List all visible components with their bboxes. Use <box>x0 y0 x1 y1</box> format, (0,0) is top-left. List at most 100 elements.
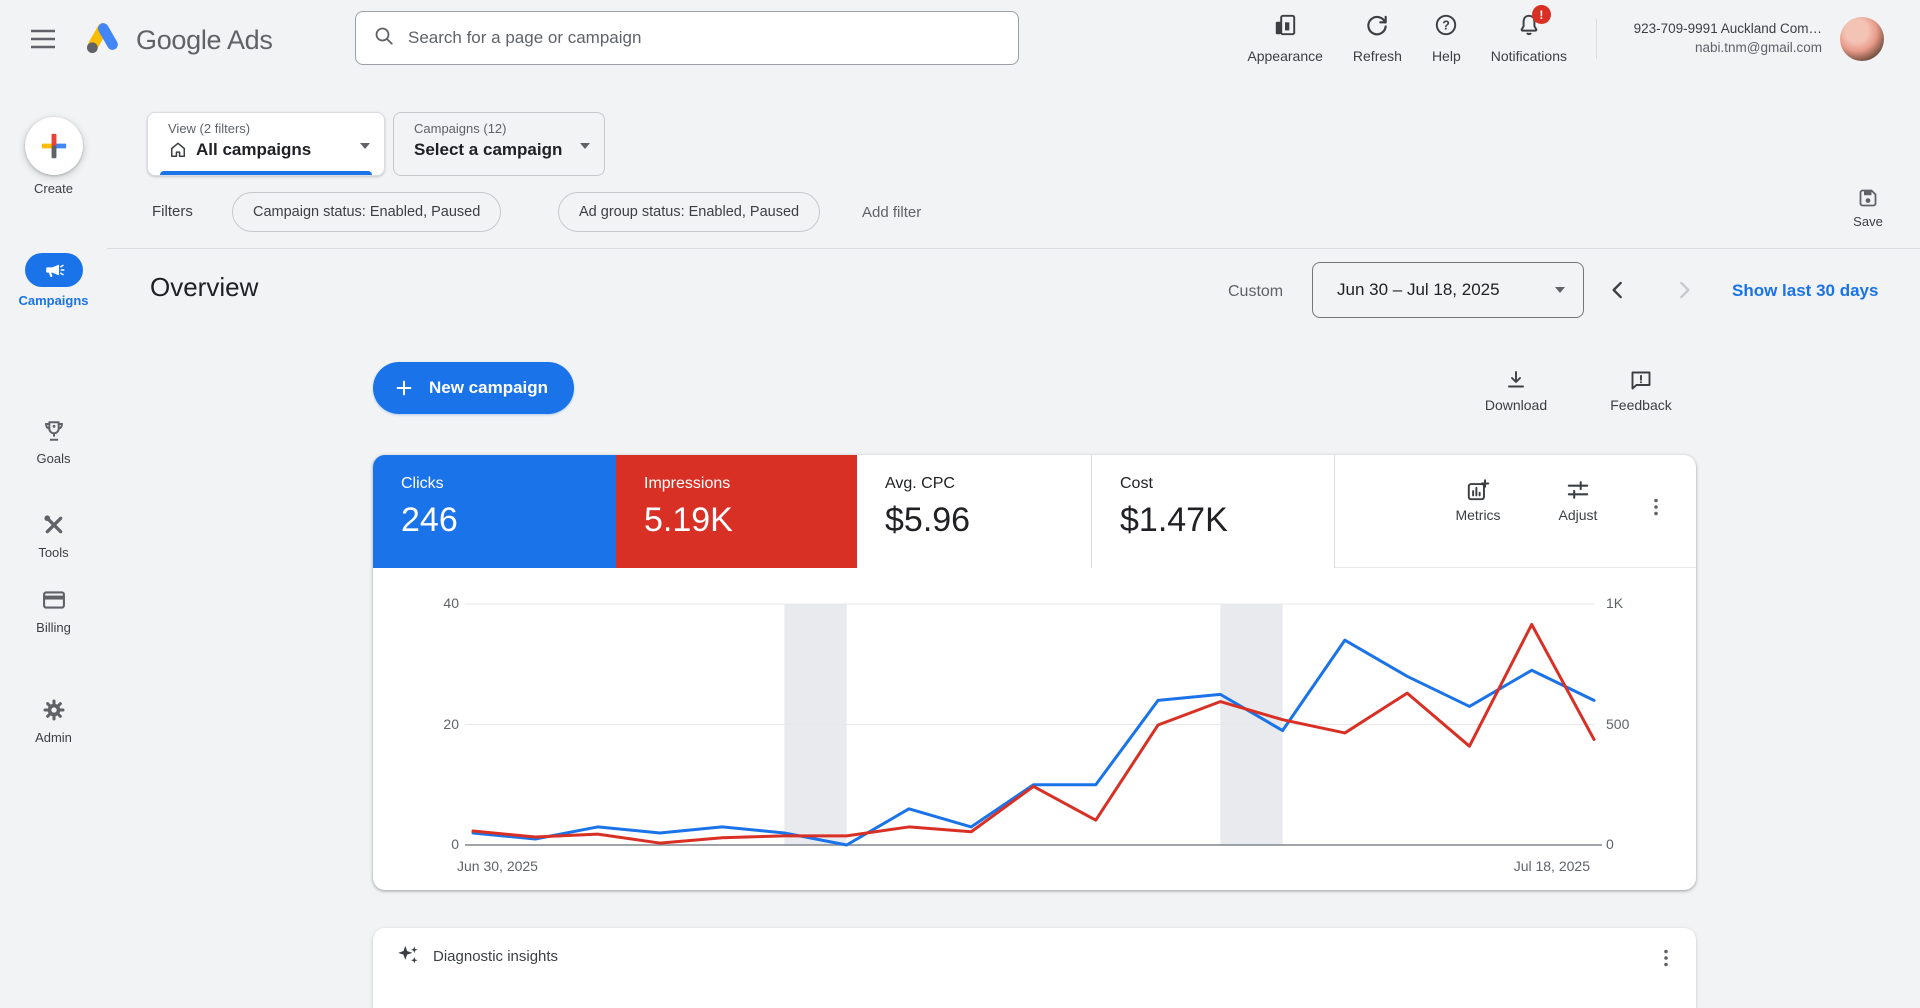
create-button[interactable]: Create <box>0 117 107 196</box>
date-range-picker[interactable]: Jun 30 – Jul 18, 2025 <box>1312 262 1584 318</box>
credit-card-icon <box>40 586 68 614</box>
sidebar-item-campaigns[interactable]: Campaigns <box>0 253 107 308</box>
view-selector-value: All campaigns <box>196 140 311 160</box>
tools-icon <box>40 511 68 539</box>
account-email: nabi.tnm@gmail.com <box>1634 38 1822 57</box>
scorecard-impressions[interactable]: Impressions 5.19K <box>616 455 857 568</box>
download-button[interactable]: Download <box>1476 368 1556 413</box>
megaphone-icon <box>43 259 65 281</box>
view-selector[interactable]: View (2 filters) All campaigns <box>147 112 385 176</box>
scorecard-value: $1.47K <box>1120 501 1334 540</box>
kebab-menu-icon <box>1644 495 1668 519</box>
scorecard-clicks[interactable]: Clicks 246 <box>373 455 616 568</box>
show-last-30-days-link[interactable]: Show last 30 days <box>1732 281 1878 301</box>
create-circle <box>25 117 83 175</box>
new-campaign-button[interactable]: New campaign <box>373 362 574 414</box>
refresh-label: Refresh <box>1353 48 1402 64</box>
y-axis-tick-right: 500 <box>1606 716 1629 732</box>
adjust-sliders-icon <box>1565 477 1591 503</box>
appearance-label: Appearance <box>1247 48 1323 64</box>
plus-icon <box>393 377 415 399</box>
hamburger-menu-icon[interactable] <box>28 26 58 52</box>
adjust-button[interactable]: Adjust <box>1540 477 1616 523</box>
scorecard-value: 5.19K <box>644 501 857 540</box>
date-mode-label: Custom <box>1228 283 1283 301</box>
metrics-chart-icon <box>1465 477 1491 503</box>
scorecard-label: Cost <box>1120 475 1334 493</box>
campaigns-label: Campaigns <box>18 293 88 308</box>
feedback-button[interactable]: Feedback <box>1601 368 1681 413</box>
card-more-options-button[interactable] <box>1641 487 1671 527</box>
new-campaign-label: New campaign <box>429 378 548 398</box>
campaigns-pill <box>25 253 83 287</box>
search-icon <box>372 24 396 53</box>
metrics-label: Metrics <box>1455 507 1500 523</box>
notification-badge: ! <box>1532 5 1551 24</box>
notifications-bell-icon: ! <box>1516 12 1542 43</box>
download-icon <box>1504 368 1528 392</box>
account-id: 923-709-9991 Auckland Com… <box>1634 19 1822 38</box>
sidebar-item-admin[interactable]: Admin <box>0 696 107 745</box>
sidebar-item-billing[interactable]: Billing <box>0 586 107 635</box>
scorecard-label: Avg. CPC <box>885 475 1091 493</box>
date-range-value: Jun 30 – Jul 18, 2025 <box>1337 280 1500 300</box>
add-filter-button[interactable]: Add filter <box>862 204 921 221</box>
search-input[interactable] <box>408 28 1002 48</box>
sparkle-icon <box>395 942 421 973</box>
brand-name: Google Ads <box>136 25 273 56</box>
filter-chip-adgroup-status[interactable]: Ad group status: Enabled, Paused <box>558 192 820 232</box>
help-button[interactable]: ? Help <box>1424 12 1469 64</box>
save-button[interactable]: Save <box>1838 186 1898 229</box>
scorecard-label: Impressions <box>644 475 857 493</box>
scorecard-value: $5.96 <box>885 501 1091 540</box>
x-axis-start-label: Jun 30, 2025 <box>457 858 538 874</box>
insights-title: Diagnostic insights <box>433 948 558 965</box>
chevron-left-icon <box>1605 277 1631 303</box>
feedback-label: Feedback <box>1610 397 1671 413</box>
adjust-label: Adjust <box>1559 507 1598 523</box>
scorecard-avg-cpc[interactable]: Avg. CPC $5.96 <box>857 455 1091 568</box>
goals-label: Goals <box>37 451 71 466</box>
previous-period-button[interactable] <box>1600 272 1636 308</box>
notifications-button[interactable]: ! Notifications <box>1483 12 1575 64</box>
account-info[interactable]: 923-709-9991 Auckland Com… nabi.tnm@gmai… <box>1634 19 1822 57</box>
google-ads-app: Google Ads Appearance <box>0 0 1920 971</box>
help-icon: ? <box>1433 12 1459 43</box>
metrics-button[interactable]: Metrics <box>1440 477 1516 523</box>
refresh-icon <box>1364 12 1390 43</box>
tools-label: Tools <box>38 545 68 560</box>
create-plus-icon <box>39 131 69 161</box>
header-divider <box>107 248 1920 249</box>
scorecard-cost[interactable]: Cost $1.47K <box>1091 455 1335 568</box>
topbar-actions: Appearance Refresh ? Help <box>1239 12 1575 64</box>
x-axis-end-label: Jul 18, 2025 <box>1514 858 1590 874</box>
campaign-selector[interactable]: Campaigns (12) Select a campaign <box>393 112 605 176</box>
refresh-button[interactable]: Refresh <box>1345 12 1410 64</box>
chevron-down-icon <box>580 143 590 149</box>
save-icon <box>1856 186 1880 210</box>
google-ads-logo-icon <box>84 20 124 60</box>
filter-chip-campaign-status[interactable]: Campaign status: Enabled, Paused <box>232 192 501 232</box>
next-period-button[interactable] <box>1666 272 1702 308</box>
trophy-icon <box>40 417 68 445</box>
download-label: Download <box>1485 397 1547 413</box>
chevron-right-icon <box>1671 277 1697 303</box>
y-axis-tick-right: 0 <box>1606 836 1614 852</box>
y-axis-tick-left: 20 <box>373 716 459 732</box>
google-ads-logo[interactable]: Google Ads <box>84 20 273 60</box>
scorecard-row: Clicks 246 Impressions 5.19K Avg. CPC $5… <box>373 455 1696 568</box>
overview-summary-card: Clicks 246 Impressions 5.19K Avg. CPC $5… <box>373 455 1696 890</box>
avatar[interactable] <box>1840 17 1884 61</box>
sidebar-item-goals[interactable]: Goals <box>0 417 107 466</box>
create-label: Create <box>34 181 73 196</box>
notifications-label: Notifications <box>1491 48 1567 64</box>
scorecard-label: Clicks <box>401 475 616 493</box>
admin-label: Admin <box>35 730 72 745</box>
sidebar-item-tools[interactable]: Tools <box>0 511 107 560</box>
chevron-down-icon <box>360 143 370 149</box>
diagnostic-insights-card[interactable]: Diagnostic insights <box>373 928 1696 1008</box>
global-search[interactable] <box>355 11 1019 65</box>
appearance-button[interactable]: Appearance <box>1239 12 1331 64</box>
svg-text:?: ? <box>1443 18 1451 32</box>
chart-canvas <box>373 568 1696 890</box>
